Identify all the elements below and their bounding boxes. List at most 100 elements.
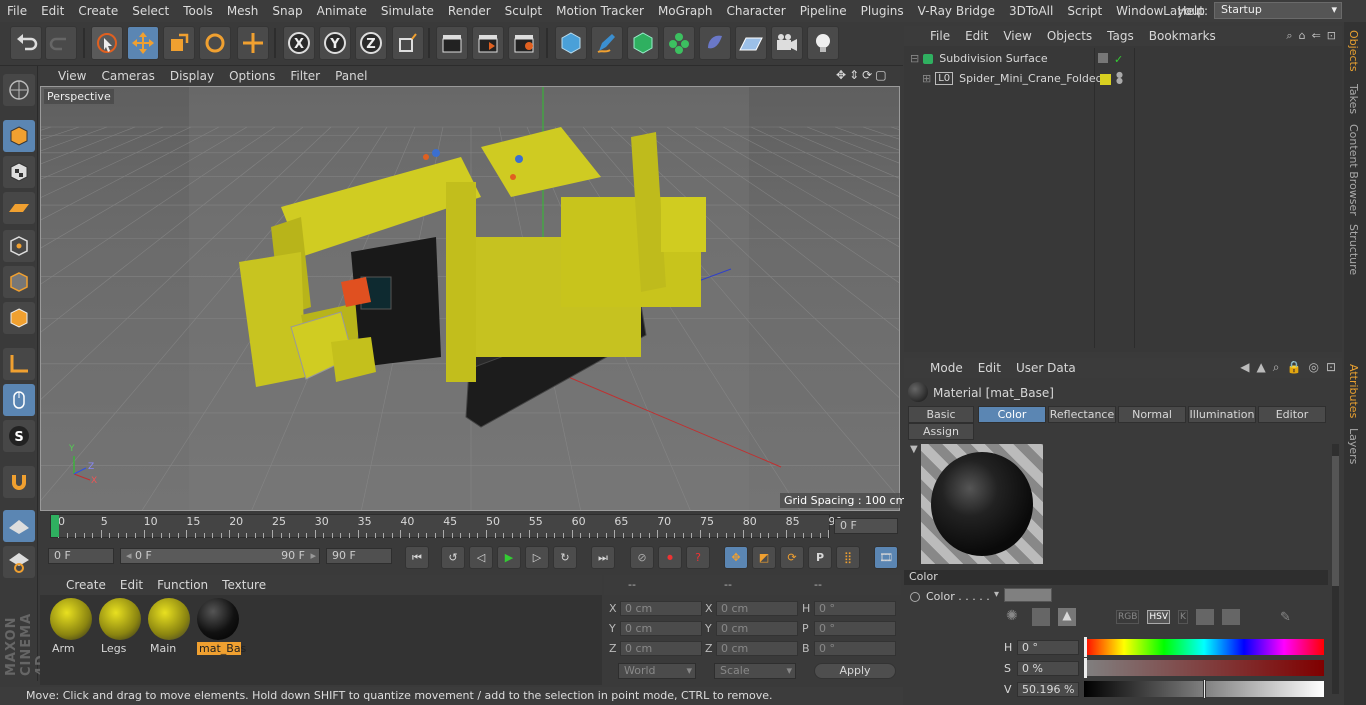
coord-field[interactable]: 0 °: [814, 621, 896, 636]
tab-reflectance[interactable]: Reflectance: [1048, 406, 1116, 423]
object-menu-view[interactable]: View: [1003, 29, 1031, 43]
value-slider[interactable]: [1084, 679, 1324, 699]
scale-tool-button[interactable]: [163, 26, 195, 60]
checkmark-icon[interactable]: ✓: [1114, 53, 1123, 66]
menu-render[interactable]: Render: [441, 4, 498, 18]
menu-animate[interactable]: Animate: [310, 4, 374, 18]
tab-color[interactable]: Color: [978, 406, 1046, 423]
material-swatch-main[interactable]: Main: [148, 598, 192, 656]
expand-arrow-icon[interactable]: ▼: [910, 444, 918, 455]
coord-field[interactable]: 0 °: [814, 601, 896, 616]
menu-edit[interactable]: Edit: [34, 4, 71, 18]
tab-illumination[interactable]: Illumination: [1188, 406, 1256, 423]
go-to-start-button[interactable]: ⏮: [405, 546, 429, 569]
saturation-field[interactable]: 0 %: [1017, 661, 1079, 676]
render-flag-icon[interactable]: [1098, 53, 1108, 63]
key-parameter-button[interactable]: P: [808, 546, 832, 569]
tab-content-browser[interactable]: Content Browser: [1347, 124, 1360, 216]
key-rotation-button[interactable]: ⟳: [780, 546, 804, 569]
next-key-button[interactable]: ↻: [553, 546, 577, 569]
menu-character[interactable]: Character: [719, 4, 792, 18]
viewport-menu-view[interactable]: View: [58, 69, 86, 83]
next-frame-button[interactable]: ▷: [525, 546, 549, 569]
material-tag-icon[interactable]: [1100, 74, 1111, 85]
orbit-icon[interactable]: ⟳: [862, 68, 872, 82]
menu-3dtoall[interactable]: 3DToAll: [1002, 4, 1060, 18]
rotate-tool-button[interactable]: [199, 26, 231, 60]
previous-key-button[interactable]: ↺: [441, 546, 465, 569]
coord-field[interactable]: 0 cm: [620, 601, 702, 616]
material-menu-function[interactable]: Function: [157, 578, 208, 592]
floor-button[interactable]: [735, 26, 767, 60]
make-editable-button[interactable]: [3, 74, 35, 106]
texture-mode-button[interactable]: [3, 156, 35, 188]
x-axis-button[interactable]: X: [283, 26, 315, 60]
saturation-slider[interactable]: [1084, 658, 1324, 678]
material-menu-create[interactable]: Create: [66, 578, 106, 592]
undo-button[interactable]: [10, 26, 42, 60]
tab-editor[interactable]: Editor: [1258, 406, 1326, 423]
coord-field[interactable]: 0 °: [814, 641, 896, 656]
tab-objects[interactable]: Objects: [1347, 30, 1360, 72]
hue-field[interactable]: 0 °: [1017, 640, 1079, 655]
object-menu-bookmarks[interactable]: Bookmarks: [1149, 29, 1216, 43]
new-window-icon[interactable]: ⊡: [1326, 360, 1336, 375]
menu-script[interactable]: Script: [1060, 4, 1109, 18]
viewport-menu-cameras[interactable]: Cameras: [101, 69, 154, 83]
image-icon[interactable]: ▲: [1058, 608, 1076, 626]
material-swatch-mat_bas[interactable]: mat_Bas: [197, 598, 246, 656]
material-swatch-arm[interactable]: Arm: [50, 598, 94, 656]
color-param-arrow-icon[interactable]: ▾: [994, 589, 999, 600]
z-axis-button[interactable]: Z: [355, 26, 387, 60]
snap-button[interactable]: [3, 466, 35, 498]
menu-v-ray-bridge[interactable]: V-Ray Bridge: [911, 4, 1002, 18]
menu-simulate[interactable]: Simulate: [374, 4, 441, 18]
scale-mode-dropdown[interactable]: Scale ▾: [714, 663, 796, 679]
mixer-icon[interactable]: [1195, 609, 1214, 625]
viewport-menu-display[interactable]: Display: [170, 69, 214, 83]
cube-button[interactable]: [555, 26, 587, 60]
redo-button[interactable]: [45, 26, 77, 60]
spectrum-icon[interactable]: [1032, 608, 1050, 626]
playhead[interactable]: [51, 515, 59, 537]
viewport-menu-panel[interactable]: Panel: [335, 69, 367, 83]
camera-button[interactable]: [771, 26, 803, 60]
material-menu-texture[interactable]: Texture: [222, 578, 266, 592]
menu-create[interactable]: Create: [71, 4, 125, 18]
go-to-end-button[interactable]: ⏭: [591, 546, 615, 569]
light-button[interactable]: [807, 26, 839, 60]
subdivision-button[interactable]: [627, 26, 659, 60]
menu-window[interactable]: Window: [1109, 4, 1170, 18]
tree-expand-icon[interactable]: ⊞: [922, 72, 931, 85]
object-menu-objects[interactable]: Objects: [1047, 29, 1092, 43]
model-mode-button[interactable]: [3, 120, 35, 152]
new-window-icon[interactable]: ⊡: [1327, 29, 1336, 43]
back-icon[interactable]: ⇐: [1312, 29, 1321, 43]
home-icon[interactable]: ⌂: [1299, 29, 1306, 43]
dolly-icon[interactable]: ⇕: [849, 68, 859, 82]
solo-button[interactable]: S: [3, 420, 35, 452]
key-scale-button[interactable]: ◩: [752, 546, 776, 569]
coord-field[interactable]: 0 cm: [620, 621, 702, 636]
coord-field[interactable]: 0 cm: [716, 641, 798, 656]
hsv-mode-button[interactable]: HSV: [1147, 610, 1171, 624]
tab-layers[interactable]: Layers: [1347, 428, 1360, 464]
timeline[interactable]: 051015202530354045505560657075808590 0 F: [40, 512, 900, 544]
tab-assign[interactable]: Assign: [908, 423, 974, 440]
timeline-window-button[interactable]: 🎞: [874, 546, 898, 569]
perspective-viewport[interactable]: [40, 86, 900, 511]
deformer-button[interactable]: [699, 26, 731, 60]
menu-mesh[interactable]: Mesh: [220, 4, 266, 18]
play-button[interactable]: ▶: [497, 546, 521, 569]
quantize-button[interactable]: [3, 546, 35, 578]
preview-range-slider[interactable]: ◂ 0 F 90 F ▸: [120, 548, 320, 564]
attribute-menu-user-data[interactable]: User Data: [1016, 361, 1076, 375]
points-mode-button[interactable]: [3, 230, 35, 262]
cloner-button[interactable]: [663, 26, 695, 60]
attribute-menu-mode[interactable]: Mode: [930, 361, 963, 375]
up-arrow-icon[interactable]: ▲: [1257, 360, 1266, 375]
coordinate-mode-dropdown[interactable]: World ▾: [618, 663, 696, 679]
transform-tool-button[interactable]: [237, 26, 269, 60]
maximize-icon[interactable]: ▢: [875, 68, 886, 82]
workplane-button[interactable]: [3, 192, 35, 224]
